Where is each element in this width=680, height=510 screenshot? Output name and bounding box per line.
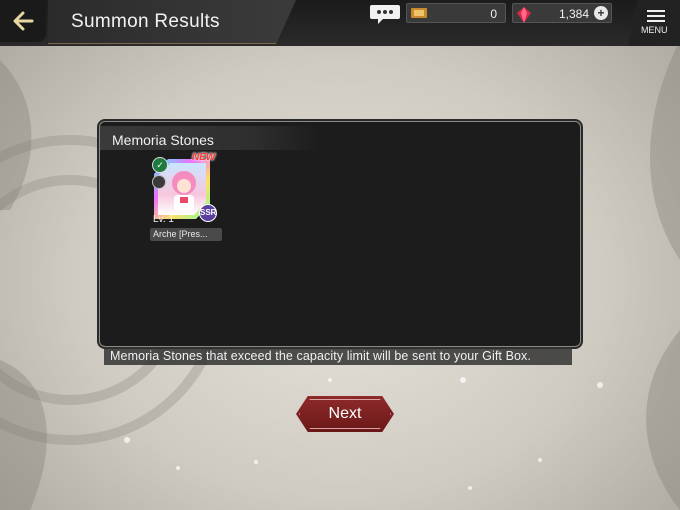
ticket-icon xyxy=(411,8,427,18)
back-arrow-icon xyxy=(13,11,34,31)
card-level: Lv. 1 xyxy=(153,214,174,225)
hamburger-icon xyxy=(647,10,665,25)
panel-header: Memoria Stones xyxy=(100,126,320,150)
panel-title: Memoria Stones xyxy=(112,132,214,148)
capacity-notice: Memoria Stones that exceed the capacity … xyxy=(104,347,572,365)
gem-count: 1,384 xyxy=(558,7,589,21)
rarity-badge: SSR xyxy=(199,204,217,222)
menu-label: MENU xyxy=(641,25,668,35)
notice-text: Memoria Stones that exceed the capacity … xyxy=(110,349,531,363)
card-name: Arche [Pres... xyxy=(153,229,208,239)
skill-type-icon xyxy=(152,175,166,189)
chat-bubble-icon xyxy=(370,5,400,24)
gem-counter: 1,384 + xyxy=(512,3,612,23)
new-badge: NEW xyxy=(192,152,216,163)
add-gems-button[interactable]: + xyxy=(594,6,608,20)
next-button[interactable]: Next xyxy=(296,396,394,432)
chat-button[interactable] xyxy=(369,3,401,25)
gem-icon xyxy=(517,7,531,23)
page-title: Summon Results xyxy=(71,11,220,32)
back-button[interactable] xyxy=(0,0,46,42)
ticket-count: 0 xyxy=(490,7,497,21)
memoria-panel: Memoria Stones ✓ NEW SSR Lv. 1 Arche [Pr… xyxy=(99,121,581,347)
leaf-icon: ✓ xyxy=(152,157,168,173)
card-name-bar: Arche [Pres... xyxy=(150,228,222,241)
memoria-card[interactable]: ✓ NEW SSR Lv. 1 Arche [Pres... xyxy=(150,152,222,244)
next-label: Next xyxy=(328,405,362,422)
ticket-counter: 0 xyxy=(406,3,506,23)
